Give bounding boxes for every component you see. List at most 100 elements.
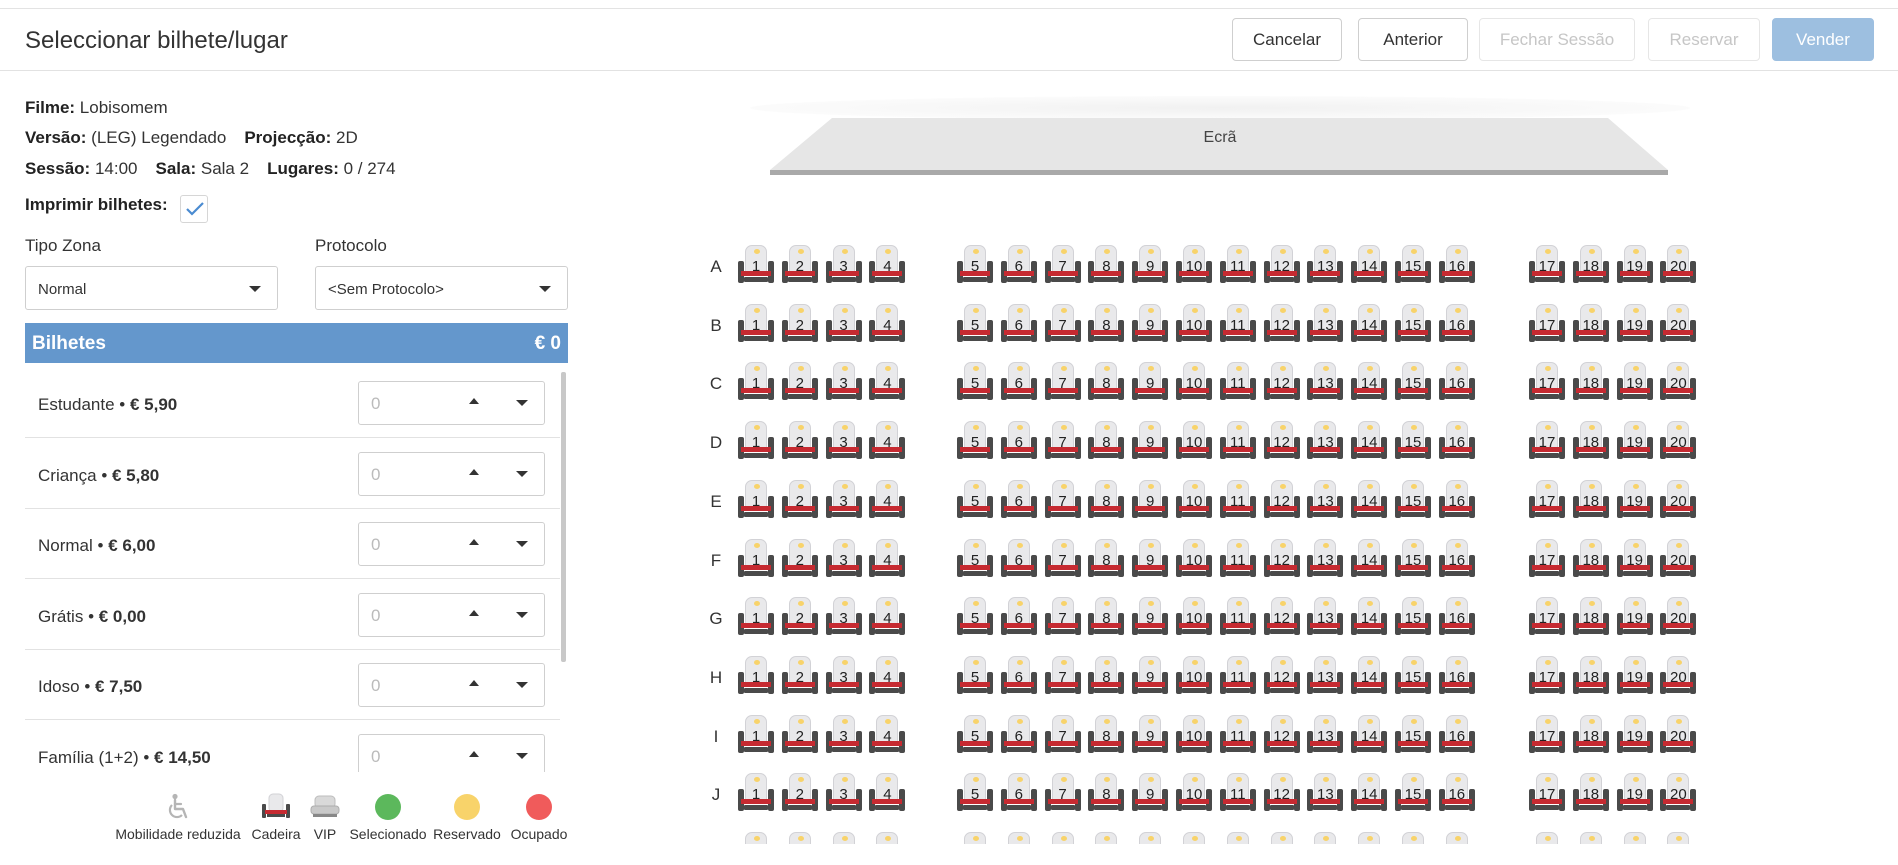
seat[interactable]: 8 xyxy=(1086,362,1126,406)
seat[interactable] xyxy=(1393,832,1433,844)
seat[interactable]: 3 xyxy=(824,362,864,406)
seat[interactable]: 13 xyxy=(1305,421,1345,465)
seat[interactable]: 11 xyxy=(1218,362,1258,406)
seat[interactable]: 14 xyxy=(1349,362,1389,406)
seat[interactable]: 17 xyxy=(1527,655,1567,700)
seat[interactable]: 9 xyxy=(1130,773,1170,817)
seat[interactable]: 8 xyxy=(1086,245,1126,289)
seat[interactable]: 13 xyxy=(1305,303,1345,348)
seat[interactable]: 2 xyxy=(780,421,820,465)
seat[interactable]: 19 xyxy=(1615,538,1655,583)
seat[interactable]: 16 xyxy=(1437,655,1477,700)
seat[interactable]: 18 xyxy=(1571,303,1611,348)
seat[interactable]: 1 xyxy=(736,597,776,641)
seat[interactable] xyxy=(1571,832,1611,844)
seat[interactable]: 13 xyxy=(1305,714,1345,759)
seat[interactable]: 5 xyxy=(955,655,995,700)
seat[interactable]: 11 xyxy=(1218,303,1258,348)
seat[interactable]: 12 xyxy=(1262,655,1302,700)
seat[interactable]: 12 xyxy=(1262,303,1302,348)
seat[interactable]: 11 xyxy=(1218,245,1258,289)
seat[interactable]: 9 xyxy=(1130,597,1170,641)
seat[interactable]: 1 xyxy=(736,421,776,465)
quantity-input[interactable]: 0 xyxy=(371,676,380,696)
seat[interactable]: 5 xyxy=(955,479,995,524)
seat[interactable]: 2 xyxy=(780,362,820,406)
seat[interactable]: 4 xyxy=(867,245,907,289)
seat[interactable]: 14 xyxy=(1349,479,1389,524)
seat[interactable] xyxy=(1086,832,1126,844)
seat[interactable]: 16 xyxy=(1437,421,1477,465)
seat[interactable]: 9 xyxy=(1130,421,1170,465)
seat[interactable]: 6 xyxy=(999,538,1039,583)
quantity-stepper[interactable]: 0 xyxy=(358,381,545,425)
seat[interactable]: 8 xyxy=(1086,421,1126,465)
decrement-icon[interactable] xyxy=(516,752,528,759)
seat[interactable]: 18 xyxy=(1571,479,1611,524)
seat[interactable]: 20 xyxy=(1658,773,1698,817)
seat[interactable]: 10 xyxy=(1174,479,1214,524)
increment-icon[interactable] xyxy=(469,609,479,616)
quantity-stepper[interactable]: 0 xyxy=(358,451,545,496)
seat[interactable]: 20 xyxy=(1658,245,1698,289)
sell-button[interactable]: Vender xyxy=(1772,18,1874,61)
seat[interactable]: 6 xyxy=(999,421,1039,465)
seat[interactable]: 1 xyxy=(736,714,776,759)
seat[interactable]: 2 xyxy=(780,655,820,700)
seat[interactable]: 4 xyxy=(867,714,907,759)
seat[interactable]: 11 xyxy=(1218,479,1258,524)
seat[interactable]: 19 xyxy=(1615,421,1655,465)
ticket-list[interactable]: Estudante • € 5,90 0 Criança • € 5,80 0 Norm… xyxy=(25,368,560,772)
seat[interactable]: 19 xyxy=(1615,245,1655,289)
seat[interactable]: 5 xyxy=(955,714,995,759)
seat[interactable]: 11 xyxy=(1218,714,1258,759)
seat[interactable]: 8 xyxy=(1086,303,1126,348)
decrement-icon[interactable] xyxy=(516,541,528,547)
seat[interactable]: 8 xyxy=(1086,479,1126,524)
seat[interactable]: 19 xyxy=(1615,303,1655,348)
seat[interactable]: 15 xyxy=(1393,655,1433,700)
seat[interactable]: 18 xyxy=(1571,538,1611,583)
seat[interactable]: 8 xyxy=(1086,773,1126,817)
quantity-input[interactable]: 0 xyxy=(371,465,380,485)
seat[interactable]: 18 xyxy=(1571,597,1611,641)
seat[interactable]: 1 xyxy=(736,245,776,289)
seat[interactable]: 12 xyxy=(1262,714,1302,759)
seat[interactable]: 12 xyxy=(1262,421,1302,465)
seat[interactable] xyxy=(1615,832,1655,844)
seat[interactable]: 13 xyxy=(1305,362,1345,406)
seat[interactable]: 13 xyxy=(1305,655,1345,700)
seat[interactable]: 13 xyxy=(1305,597,1345,641)
seat[interactable]: 3 xyxy=(824,655,864,700)
seat[interactable]: 18 xyxy=(1571,362,1611,406)
seat[interactable]: 5 xyxy=(955,362,995,406)
seat[interactable] xyxy=(780,832,820,844)
seat[interactable]: 14 xyxy=(1349,655,1389,700)
seat[interactable]: 17 xyxy=(1527,714,1567,759)
seat[interactable]: 20 xyxy=(1658,538,1698,583)
seat[interactable]: 16 xyxy=(1437,362,1477,406)
decrement-icon[interactable] xyxy=(516,400,528,406)
seat[interactable]: 7 xyxy=(1043,479,1083,524)
previous-button[interactable]: Anterior xyxy=(1358,18,1468,61)
seat[interactable]: 7 xyxy=(1043,245,1083,289)
seat[interactable]: 1 xyxy=(736,773,776,817)
seat[interactable]: 8 xyxy=(1086,538,1126,583)
seat[interactable]: 11 xyxy=(1218,597,1258,641)
seat[interactable]: 11 xyxy=(1218,655,1258,700)
seat[interactable]: 10 xyxy=(1174,773,1214,817)
seat[interactable]: 2 xyxy=(780,245,820,289)
seat[interactable]: 14 xyxy=(1349,303,1389,348)
quantity-stepper[interactable]: 0 xyxy=(358,733,545,772)
seat[interactable]: 10 xyxy=(1174,421,1214,465)
seat[interactable]: 11 xyxy=(1218,773,1258,817)
seat[interactable]: 10 xyxy=(1174,538,1214,583)
seat[interactable]: 3 xyxy=(824,597,864,641)
seat[interactable] xyxy=(1305,832,1345,844)
seat[interactable]: 5 xyxy=(955,245,995,289)
seat[interactable]: 12 xyxy=(1262,538,1302,583)
seat[interactable]: 9 xyxy=(1130,479,1170,524)
seat[interactable]: 17 xyxy=(1527,303,1567,348)
seat[interactable]: 6 xyxy=(999,479,1039,524)
increment-icon[interactable] xyxy=(469,750,479,757)
